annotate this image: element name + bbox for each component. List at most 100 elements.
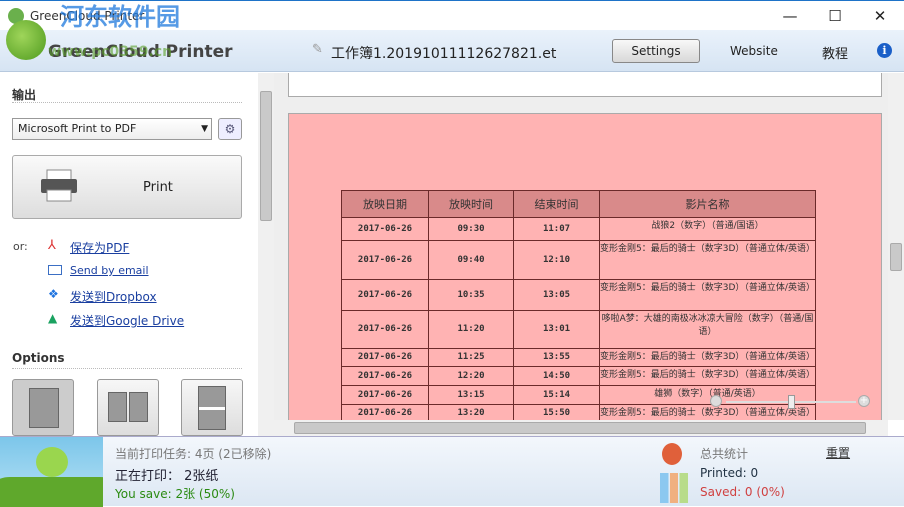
- table-cell: 2017-06-26: [341, 348, 429, 367]
- scrollbar-thumb[interactable]: [890, 243, 902, 271]
- table-cell: 2017-06-26: [341, 217, 429, 241]
- cell-text: 11:20: [457, 324, 485, 334]
- preview-hscrollbar[interactable]: [274, 420, 888, 436]
- divider: [12, 102, 242, 103]
- reset-link[interactable]: 重置: [826, 444, 850, 461]
- saved-count: Saved: 0 (0%): [700, 485, 785, 499]
- watermark-site: 河东软件园: [60, 3, 180, 31]
- cell-text: 2017-06-26: [357, 389, 413, 400]
- table-cell: 2017-06-26: [341, 366, 429, 386]
- layout-2-pages-option[interactable]: [97, 379, 159, 436]
- or-label: or:: [13, 240, 28, 253]
- cell-text: 2017-06-26: [357, 370, 413, 381]
- cell-text: 13:15: [457, 389, 485, 400]
- table-cell: 15:14: [513, 385, 600, 405]
- printer-value: Microsoft Print to PDF: [18, 122, 137, 135]
- layout-4-pages-option[interactable]: [181, 379, 243, 436]
- table-cell: 11:25: [428, 348, 514, 367]
- settings-button[interactable]: Settings: [612, 39, 700, 63]
- table-row: 2017-06-26 12:20 14:50 变形金刚5：最后的骑士（数字3D）（普通…: [341, 366, 816, 386]
- column-header: 影片名称: [599, 190, 816, 218]
- cell-text: 变形金刚5：最后的骑士（数字3D）（普通立体/英语）: [600, 370, 815, 380]
- cell-text: 13:05: [542, 289, 571, 300]
- preview-page: 放映日期 放映时间 结束时间 影片名称 2017-06-26 09:30 11:07 战狼2…: [288, 113, 882, 420]
- cell-text: 哆啦A梦：大雄的南极冰冰凉大冒险（数字）（普通/国语）: [601, 314, 814, 337]
- cell-text: 13:55: [542, 352, 571, 362]
- preview-table: 放映日期 放映时间 结束时间 影片名称 2017-06-26 09:30 11:07 战狼2…: [341, 190, 816, 420]
- table-cell: 10:35: [428, 279, 514, 311]
- zoom-in-icon[interactable]: +: [858, 395, 870, 407]
- cell-text: 战狼2（数字）（普通/国语）: [651, 221, 764, 231]
- tutorial-link[interactable]: 教程: [822, 43, 848, 62]
- printing-status: 正在打印： 2张纸: [115, 469, 219, 484]
- scrollbar-thumb[interactable]: [294, 422, 866, 434]
- watermark-url: www.pc0359.cn: [48, 44, 173, 60]
- website-link[interactable]: Website: [730, 44, 778, 58]
- output-label: 输出: [12, 88, 37, 102]
- print-label: Print: [143, 180, 173, 195]
- bar-chart-icon: [660, 473, 688, 503]
- logo-icon: [6, 20, 46, 60]
- pdf-icon: ⅄: [48, 238, 56, 253]
- table-cell: 13:01: [513, 310, 600, 349]
- cell-text: 15:50: [542, 407, 571, 418]
- cell-text: 2017-06-26: [357, 223, 413, 234]
- table-cell: 09:30: [428, 217, 514, 241]
- minimize-button[interactable]: —: [780, 7, 800, 25]
- document-name: 工作簿1.20191011112627821.et: [331, 46, 557, 62]
- table-cell: 15:50: [513, 404, 600, 420]
- table-cell: 13:15: [428, 385, 514, 405]
- dropbox-link[interactable]: 发送到Dropbox: [70, 288, 157, 305]
- cell-text: 13:01: [542, 324, 571, 334]
- cell-text: 2017-06-26: [357, 352, 413, 362]
- printer-settings-button[interactable]: ⚙: [218, 118, 242, 140]
- table-cell: 12:10: [513, 240, 600, 280]
- table-cell: 变形金刚5：最后的骑士（数字3D）（普通立体/英语）: [599, 366, 816, 386]
- table-row: 2017-06-26 09:30 11:07 战狼2（数字）（普通/国语）: [341, 217, 816, 241]
- you-save: You save: 2张 (50%): [115, 487, 235, 501]
- google-drive-link[interactable]: 发送到Google Drive: [70, 312, 184, 329]
- table-row: 2017-06-26 11:25 13:55 变形金刚5：最后的骑士（数字3D）（普通…: [341, 348, 816, 367]
- table-cell: 14:50: [513, 366, 600, 386]
- slider-handle[interactable]: [788, 395, 795, 409]
- divider: [12, 368, 242, 369]
- preview-vscrollbar[interactable]: [888, 73, 904, 420]
- zoom-out-icon[interactable]: [710, 395, 722, 407]
- save-pdf-link[interactable]: 保存为PDF: [70, 239, 129, 256]
- table-row: 2017-06-26 11:20 13:01 哆啦A梦：大雄的南极冰冰凉大冒险（数字）…: [341, 310, 816, 349]
- table-cell: 哆啦A梦：大雄的南极冰冰凉大冒险（数字）（普通/国语）: [599, 310, 816, 349]
- dropbox-icon: ❖: [48, 287, 59, 301]
- cell-text: 11:07: [542, 223, 571, 234]
- table-cell: 2017-06-26: [341, 404, 429, 420]
- cell-text: 2017-06-26: [357, 289, 413, 300]
- cell-text: 11:25: [457, 352, 485, 362]
- cell-text: 2017-06-26: [357, 324, 413, 334]
- layout-1-page-option[interactable]: [12, 379, 74, 436]
- cell-text: 13:20: [457, 407, 485, 418]
- close-button[interactable]: ✕: [870, 7, 890, 25]
- maximize-button[interactable]: ☐: [825, 7, 845, 25]
- table-cell: 2017-06-26: [341, 279, 429, 311]
- printer-select[interactable]: Microsoft Print to PDF ▼: [12, 118, 212, 140]
- column-header: 放映时间: [428, 190, 514, 218]
- table-row: 2017-06-26 09:40 12:10 变形金刚5：最后的骑士（数字3D）（普通…: [341, 240, 816, 280]
- cell-text: 2017-06-26: [357, 254, 413, 265]
- table-cell: 13:20: [428, 404, 514, 420]
- zoom-slider[interactable]: +: [710, 395, 870, 409]
- cell-text: 变形金刚5：最后的骑士（数字3D）（普通立体/英语）: [600, 283, 815, 293]
- table-cell: 战狼2（数字）（普通/国语）: [599, 217, 816, 241]
- left-scrollbar[interactable]: [258, 73, 274, 436]
- current-job: 当前打印任务: 4页 (2已移除): [115, 447, 272, 461]
- info-icon[interactable]: i: [877, 43, 892, 58]
- print-preview: 放映日期 放映时间 结束时间 影片名称 2017-06-26 09:30 11:07 战狼2…: [274, 73, 888, 420]
- table-cell: 变形金刚5：最后的骑士（数字3D）（普通立体/英语）: [599, 348, 816, 367]
- status-bar: 当前打印任务: 4页 (2已移除) 正在打印： 2张纸 You save: 2张…: [0, 436, 904, 507]
- column-header: 放映日期: [341, 190, 429, 218]
- table-cell: 13:05: [513, 279, 600, 311]
- cell-text: 09:40: [457, 254, 485, 265]
- scrollbar-thumb[interactable]: [260, 91, 272, 221]
- column-header: 结束时间: [513, 190, 600, 218]
- send-email-link[interactable]: Send by email: [70, 264, 149, 277]
- print-button[interactable]: Print: [12, 155, 242, 219]
- cell-text: 10:35: [457, 289, 485, 300]
